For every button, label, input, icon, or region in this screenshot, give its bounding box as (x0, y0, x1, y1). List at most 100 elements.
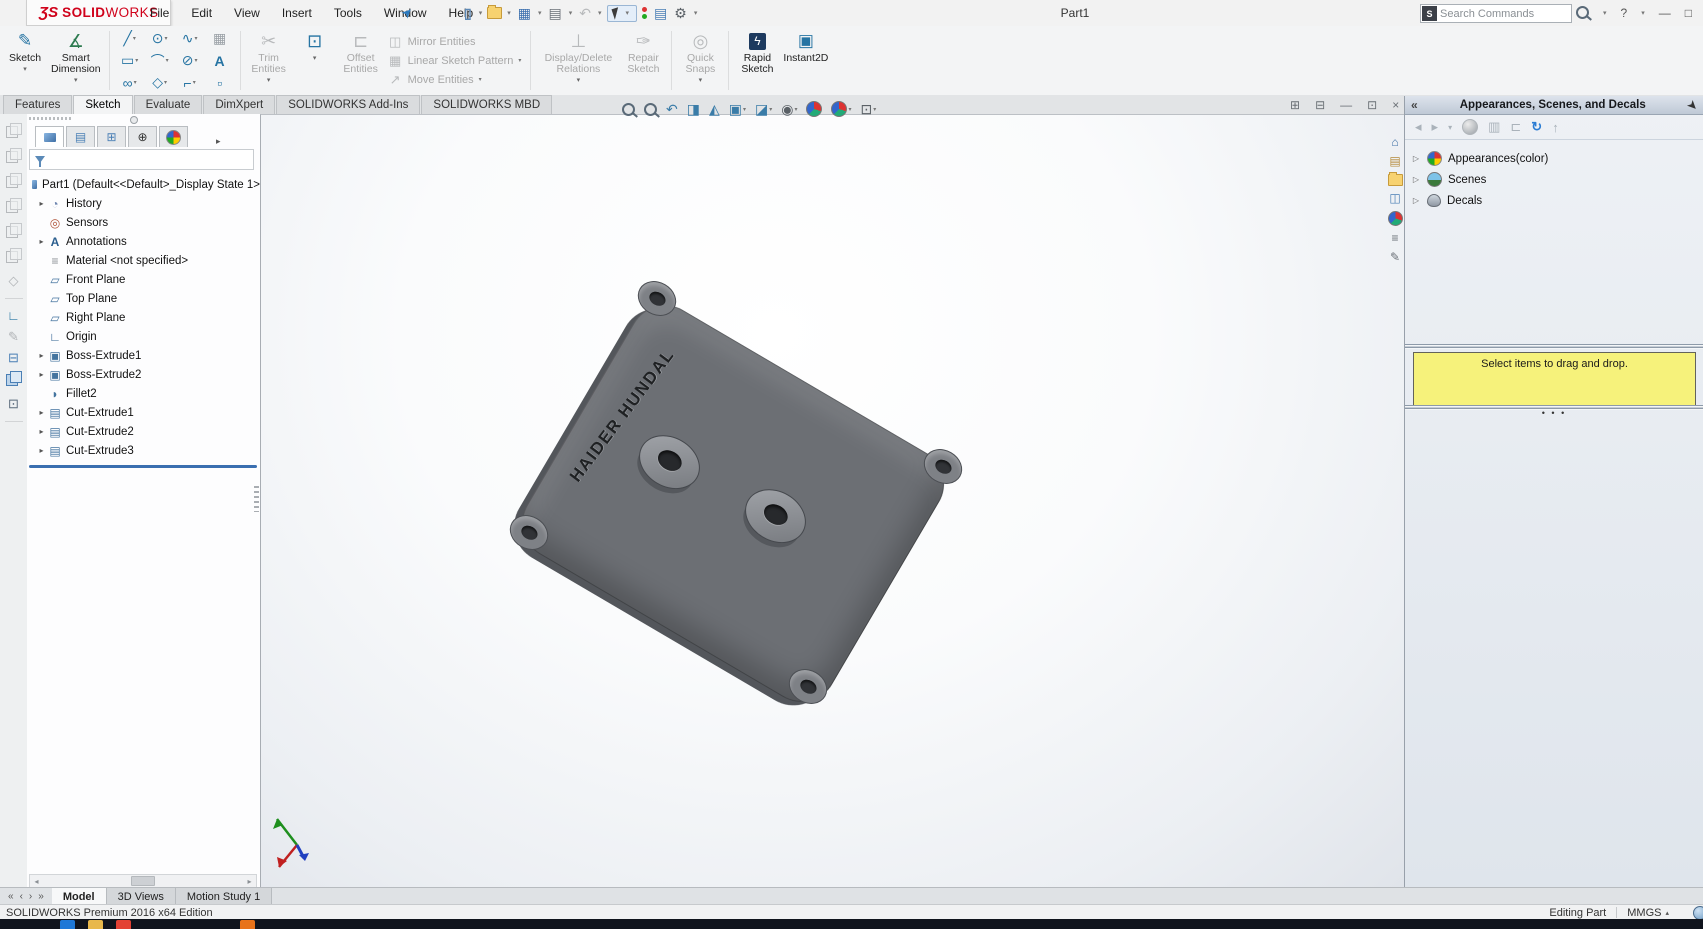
tab-display-manager[interactable] (159, 126, 188, 147)
rectangle-tool-button[interactable]: ▭ ▾ (115, 50, 145, 72)
options-list-icon[interactable]: ▤ (652, 5, 669, 21)
file-explorer-icon[interactable] (1387, 172, 1403, 186)
taskbar-app-icon[interactable] (60, 920, 75, 929)
expander-icon[interactable]: ▷ (1411, 196, 1421, 205)
quick-snaps-caret-icon[interactable]: ▾ (699, 76, 703, 84)
text-tool-button[interactable]: A (205, 50, 235, 72)
tree-item-top-plane[interactable]: ▱ Top Plane (27, 289, 260, 308)
appearances-tab-icon[interactable] (1387, 211, 1403, 226)
units-label[interactable]: MMGS (1627, 907, 1661, 919)
panel-drag-handle[interactable] (27, 114, 260, 124)
refresh-icon[interactable]: ↻ (1531, 119, 1542, 135)
pane-splitter[interactable] (1405, 344, 1703, 349)
line-tool-button[interactable]: ╱ ▾ (115, 28, 145, 50)
doc-new-window-icon[interactable]: ⊞ (1290, 98, 1300, 112)
tree-item-boss-extrude1[interactable]: ▸ ▣ Boss-Extrude1 (27, 346, 260, 365)
menu-insert[interactable]: Insert (282, 6, 312, 20)
tree-item-boss-extrude2[interactable]: ▸ ▣ Boss-Extrude2 (27, 365, 260, 384)
help-button[interactable]: ? (1621, 6, 1628, 20)
tree-item-scenes[interactable]: ▷ Scenes (1411, 169, 1703, 190)
tab-solidworks-mbd[interactable]: SOLIDWORKS MBD (421, 95, 553, 114)
next-tab-icon[interactable]: › (29, 891, 32, 902)
expander-icon[interactable]: ▸ (36, 370, 47, 379)
tab-property-manager[interactable]: ▤ (66, 126, 95, 147)
display-delete-caret-icon[interactable]: ▾ (577, 76, 581, 84)
view-settings-icon[interactable]: ⊡ ▾ (861, 101, 877, 118)
undo-icon[interactable]: ↶ (577, 5, 593, 21)
menu-file[interactable]: File (150, 6, 169, 20)
tree-item-cut-extrude2[interactable]: ▸ ▤ Cut-Extrude2 (27, 422, 260, 441)
tree-item-front-plane[interactable]: ▱ Front Plane (27, 270, 260, 289)
view-cube-icon[interactable] (5, 248, 22, 263)
slot-tool-button[interactable]: ∞ ▾ (115, 72, 145, 94)
search-bar[interactable]: S (1420, 4, 1572, 23)
tab-configuration-manager[interactable]: ⊞ (97, 126, 126, 147)
tab-sketch[interactable]: Sketch (73, 95, 133, 114)
search-input[interactable] (1438, 6, 1571, 21)
doc-close-icon[interactable]: × (1392, 98, 1399, 112)
gear-caret-icon[interactable]: ▾ (694, 9, 698, 17)
select-tool-button[interactable]: ▾ (606, 4, 638, 22)
view-cube-icon[interactable] (5, 148, 22, 163)
search-caret-icon[interactable]: ▾ (1603, 9, 1607, 17)
scrollbar-thumb[interactable] (131, 876, 155, 886)
expander-icon[interactable]: ▸ (36, 237, 47, 246)
edit-appearance-icon[interactable] (806, 101, 823, 117)
view-cube-icon[interactable] (5, 173, 22, 188)
taskbar-app-icon[interactable] (88, 920, 103, 929)
sketch-corner-icon[interactable]: ∟ (7, 309, 20, 323)
tree-item-sensors[interactable]: ◎ Sensors (27, 213, 260, 232)
expander-icon[interactable]: ▸ (36, 446, 47, 455)
new-caret-icon[interactable]: ▾ (479, 9, 483, 17)
tree-item-history[interactable]: ▸ ◔ History (27, 194, 260, 213)
smart-dimension-caret-icon[interactable]: ▾ (74, 76, 78, 84)
screen-capture-icon[interactable]: ⊟ (8, 351, 19, 365)
quick-snaps-button[interactable]: ◎ Quick Snaps ▾ (677, 27, 723, 94)
sketch-caret-icon[interactable]: ▾ (23, 65, 27, 73)
scroll-left-icon[interactable]: ◂ (30, 877, 43, 886)
linear-pattern-caret-icon[interactable]: ▾ (518, 57, 521, 64)
forward-icon[interactable]: ▸ (1432, 119, 1439, 135)
splitter-dots-icon[interactable]: • • • (1405, 409, 1703, 418)
rebuild-icon[interactable] (640, 7, 649, 19)
expander-icon[interactable]: ▸ (36, 351, 47, 360)
sketch-fillet-button[interactable]: ⌐ ▾ (175, 72, 205, 94)
splitter-knob-icon[interactable] (130, 116, 138, 124)
slot-caret-icon[interactable]: ▾ (134, 79, 137, 86)
history-caret-icon[interactable]: ▾ (1448, 123, 1452, 132)
rapid-sketch-button[interactable]: ϟ Rapid Sketch (734, 27, 780, 94)
settings-gear-icon[interactable]: ⚙ (672, 5, 689, 21)
scrollbar-track[interactable] (43, 875, 243, 887)
trim-caret-icon[interactable]: ▾ (267, 76, 271, 84)
rollback-bar[interactable] (29, 465, 257, 468)
linear-sketch-pattern-button[interactable]: ▦ Linear Sketch Pattern ▾ (388, 53, 521, 69)
minimize-button[interactable]: — (1659, 6, 1671, 20)
help-caret-icon[interactable]: ▾ (1641, 9, 1645, 17)
tree-item-annotations[interactable]: ▸ A Annotations (27, 232, 260, 251)
smart-dimension-button[interactable]: ∡ Smart Dimension ▾ (48, 27, 104, 94)
previous-view-icon[interactable]: ↶ (666, 101, 678, 118)
collapse-pane-icon[interactable]: « (1411, 98, 1418, 112)
search-magnifier-icon[interactable] (1576, 6, 1589, 19)
section-view-icon[interactable]: ◨ (687, 101, 700, 118)
tab-featuremanager-tree[interactable] (35, 126, 64, 147)
circle-tool-button[interactable]: ⊙ ▾ (145, 28, 175, 50)
tree-filter[interactable] (29, 149, 254, 170)
view-orientation-icon[interactable]: ▣ ▾ (729, 101, 746, 118)
offset-entities-button[interactable]: ⊏ Offset Entities (338, 27, 384, 94)
3d-part-icon[interactable] (5, 371, 22, 386)
instant2d-button[interactable]: ▣ Instant2D (780, 27, 831, 94)
save-icon[interactable]: ▦ (516, 5, 533, 21)
tree-item-fillet2[interactable]: ◗ Fillet2 (27, 384, 260, 403)
appearance-ball-icon[interactable] (1462, 119, 1479, 135)
tree-item-decals[interactable]: ▷ Decals (1411, 190, 1703, 211)
print-caret-icon[interactable]: ▾ (569, 9, 573, 17)
doc-restore-icon[interactable]: ⊡ (1367, 98, 1377, 112)
spline-tool-button[interactable]: ∿ ▾ (175, 28, 205, 50)
solidworks-resources-icon[interactable]: ⌂ (1391, 136, 1398, 149)
tab-solidworks-add-ins[interactable]: SOLIDWORKS Add-Ins (276, 95, 421, 114)
fillet-caret-icon[interactable]: ▾ (193, 79, 196, 86)
move-caret-icon[interactable]: ▾ (479, 76, 482, 83)
tree-root-part[interactable]: Part1 (Default<<Default>_Display State 1… (27, 175, 260, 194)
spline-caret-icon[interactable]: ▾ (194, 35, 197, 42)
